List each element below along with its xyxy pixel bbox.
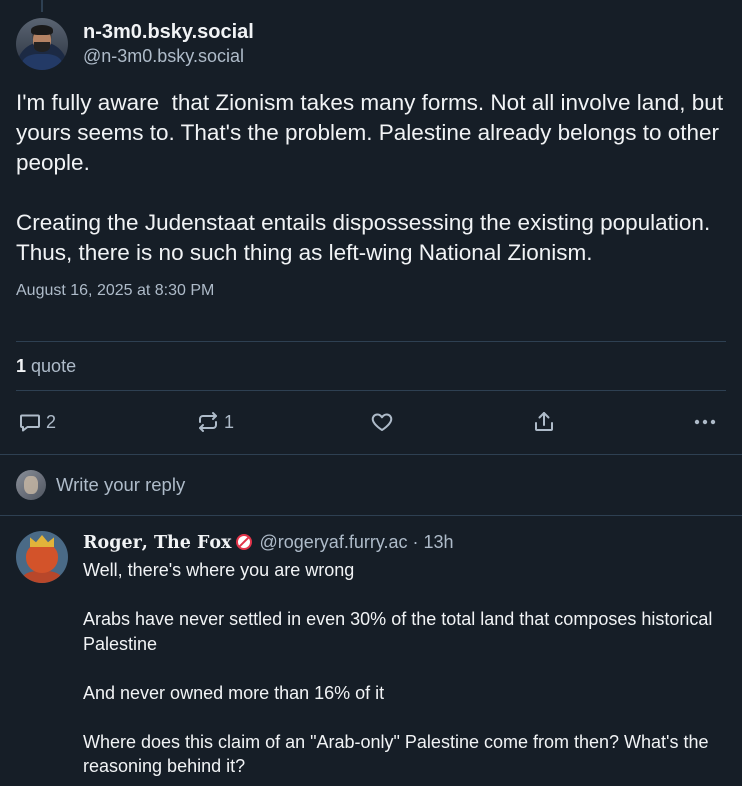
reply-handle-time[interactable]: @rogeryaf.furry.ac · 13h bbox=[260, 532, 454, 552]
main-post-author[interactable]: n-3m0.bsky.social @n-3m0.bsky.social bbox=[16, 17, 726, 71]
repost-button[interactable]: 1 bbox=[196, 410, 234, 434]
reply-composer[interactable]: Write your reply bbox=[16, 470, 185, 500]
like-button[interactable] bbox=[370, 410, 394, 434]
thread-connector-line bbox=[41, 0, 43, 12]
quote-count-link[interactable]: 1 quote bbox=[16, 354, 76, 378]
reply-text: Well, there's where you are wrong Arabs … bbox=[83, 560, 713, 776]
avatar bbox=[16, 470, 46, 500]
divider bbox=[0, 515, 742, 516]
reply-header: 𝐑𝐨𝐠𝐞𝐫, 𝐓𝐡𝐞 𝐅𝐨𝐱 @rogeryaf.furry.ac · 13h bbox=[83, 530, 723, 554]
more-options-button[interactable] bbox=[692, 410, 718, 434]
speech-bubble-icon bbox=[18, 410, 42, 434]
post-text: I'm fully aware that Zionism takes many … bbox=[16, 90, 724, 265]
quote-count: 1 bbox=[16, 356, 27, 376]
author-names: n-3m0.bsky.social @n-3m0.bsky.social bbox=[83, 20, 254, 68]
avatar[interactable] bbox=[16, 531, 68, 583]
share-button[interactable] bbox=[532, 410, 556, 434]
reply-button[interactable]: 2 bbox=[18, 410, 56, 434]
quote-label: quote bbox=[31, 356, 77, 376]
author-handle[interactable]: @n-3m0.bsky.social bbox=[83, 44, 254, 68]
repost-arrows-icon bbox=[196, 410, 220, 434]
reply-count: 2 bbox=[46, 411, 57, 432]
author-display-name[interactable]: n-3m0.bsky.social bbox=[83, 20, 254, 44]
more-dots-icon bbox=[692, 410, 718, 434]
divider bbox=[16, 390, 726, 391]
post-actions: 2 1 bbox=[16, 406, 726, 438]
heart-icon bbox=[370, 410, 394, 434]
thread-view: n-3m0.bsky.social @n-3m0.bsky.social I'm… bbox=[0, 0, 742, 786]
post-timestamp: August 16, 2025 at 8:30 PM bbox=[16, 282, 215, 299]
reply-display-name[interactable]: 𝐑𝐨𝐠𝐞𝐫, 𝐓𝐡𝐞 𝐅𝐨𝐱 bbox=[83, 533, 232, 553]
divider bbox=[0, 454, 742, 455]
share-upload-icon bbox=[532, 410, 556, 434]
reply-placeholder: Write your reply bbox=[56, 474, 186, 495]
divider bbox=[16, 341, 726, 342]
repost-count: 1 bbox=[224, 411, 235, 432]
reply-body: 𝐑𝐨𝐠𝐞𝐫, 𝐓𝐡𝐞 𝐅𝐨𝐱 @rogeryaf.furry.ac · 13h … bbox=[83, 530, 723, 779]
no-entry-icon bbox=[235, 534, 252, 550]
avatar[interactable] bbox=[16, 18, 68, 70]
main-post: n-3m0.bsky.social @n-3m0.bsky.social I'm… bbox=[16, 17, 726, 301]
